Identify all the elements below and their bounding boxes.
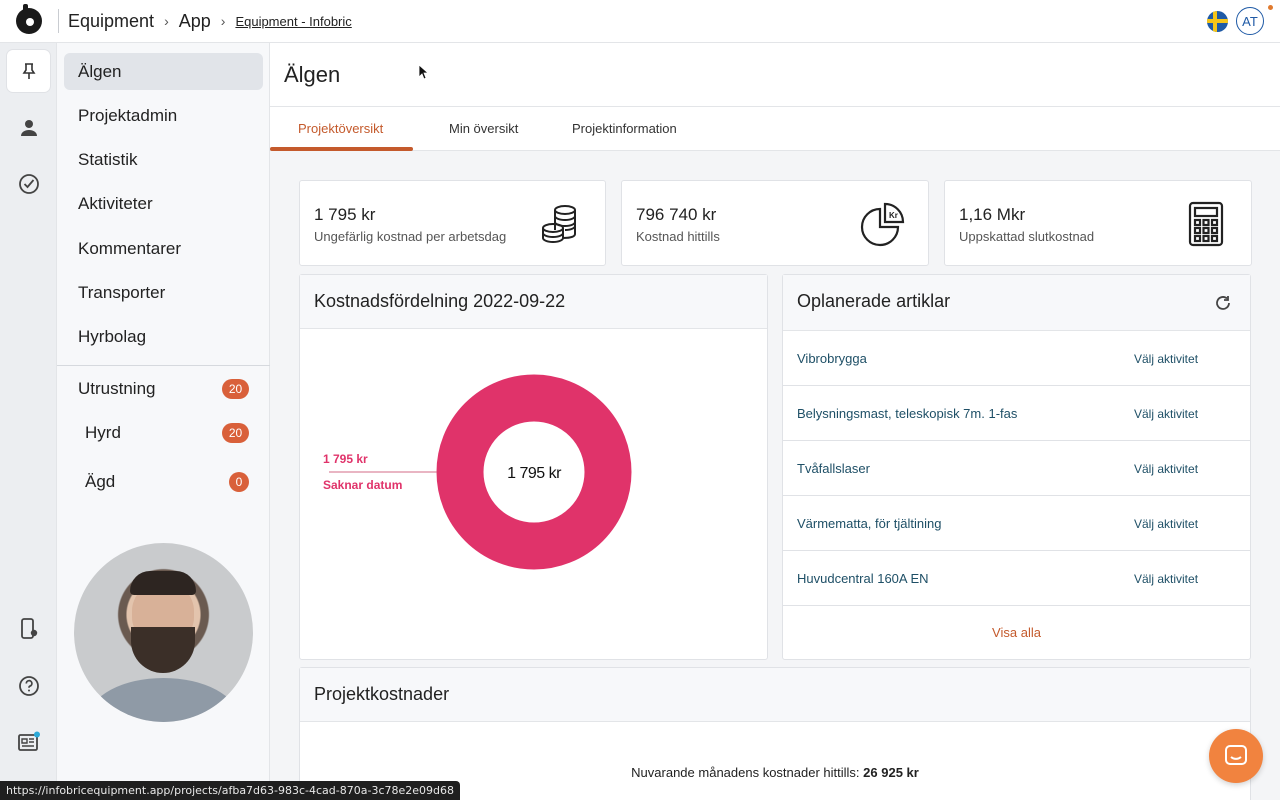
card-header: Kostnadsfördelning 2022-09-22	[300, 275, 767, 329]
sidebar-item-agd[interactable]: Ägd 0	[64, 463, 263, 500]
current-month-costs: Nuvarande månadens kostnader hittills: 2…	[300, 765, 1250, 780]
notification-dot	[1268, 5, 1273, 10]
tab-projektoversikt[interactable]: Projektöversikt	[298, 121, 383, 136]
count-badge: 20	[222, 378, 249, 399]
stat-value: 1,16 Mkr	[959, 205, 1026, 224]
stat-card-cost-per-day: 1 795 kr Ungefärlig kostnad per arbetsda…	[299, 180, 606, 266]
item-name[interactable]: Tvåfallslaser	[797, 461, 870, 476]
current-month-label: Nuvarande månadens kostnader hittills:	[631, 765, 860, 780]
item-name[interactable]: Värmematta, för tjältining	[797, 516, 942, 531]
sidebar-item-utrustning[interactable]: Utrustning 20	[64, 370, 263, 407]
check-circle-icon[interactable]	[7, 163, 50, 205]
help-icon[interactable]	[7, 665, 50, 707]
stat-card-cost-so-far: 796 740 kr Kostnad hittills Kr	[621, 180, 929, 266]
sidebar-item-statistik[interactable]: Statistik	[64, 141, 263, 178]
stat-label: Uppskattad slutkostnad	[959, 229, 1095, 244]
select-activity-link[interactable]: Välj aktivitet	[1134, 517, 1198, 531]
user-icon[interactable]	[7, 107, 50, 149]
stat-card-estimated-final-cost: 1,16 Mkr Uppskattad slutkostnad	[944, 180, 1252, 266]
select-activity-link[interactable]: Välj aktivitet	[1134, 572, 1198, 586]
sidebar-item-algen[interactable]: Älgen	[64, 53, 263, 90]
card-title: Projektkostnader	[314, 684, 450, 704]
chat-launcher-button[interactable]	[1209, 729, 1263, 783]
sweden-flag-icon[interactable]	[1207, 10, 1228, 32]
pin-icon[interactable]	[7, 50, 50, 92]
tab-bar: Projektöversikt Min översikt Projektinfo…	[270, 107, 1280, 151]
calculator-icon	[1188, 201, 1224, 247]
donut-chart: 1 795 kr 1 795 kr Saknar datum	[323, 374, 632, 570]
count-badge: 20	[222, 422, 249, 443]
coins-icon	[542, 205, 576, 244]
card-title: Oplanerade artiklar	[797, 291, 951, 311]
card-header: Projektkostnader	[300, 668, 1250, 722]
infobric-logo[interactable]	[0, 0, 58, 43]
pie-kr-icon: Kr	[860, 202, 905, 247]
card-header: Oplanerade artiklar	[783, 275, 1250, 331]
mouse-cursor-icon	[418, 64, 428, 80]
list-item: Tvåfallslaser Välj aktivitet	[783, 441, 1250, 496]
main-content: Älgen Projektöversikt Min översikt Proje…	[270, 43, 1280, 800]
item-name[interactable]: Belysningsmast, teleskopisk 7m. 1-fas	[797, 406, 1017, 421]
current-month-value: 26 925 kr	[863, 765, 919, 780]
sidebar-item-kommentarer[interactable]: Kommentarer	[64, 230, 263, 267]
list-item: Värmematta, för tjältining Välj aktivite…	[783, 496, 1250, 551]
chat-icon	[1225, 745, 1247, 765]
sidebar-item-aktiviteter[interactable]: Aktiviteter	[64, 185, 263, 222]
cost-distribution-card: Kostnadsfördelning 2022-09-22 1 795 kr 1…	[299, 274, 768, 660]
page-title: Älgen	[284, 62, 341, 87]
sidebar-divider	[57, 365, 270, 366]
card-title: Kostnadsfördelning 2022-09-22	[314, 291, 566, 311]
refresh-icon[interactable]	[1214, 294, 1232, 312]
stat-label: Ungefärlig kostnad per arbetsdag	[314, 229, 507, 244]
chevron-right-icon: ›	[164, 13, 169, 29]
webcam-video-bubble	[74, 543, 253, 722]
sidebar-item-label: Utrustning	[78, 378, 156, 398]
user-avatar[interactable]: AT	[1236, 7, 1264, 35]
tab-projektinformation[interactable]: Projektinformation	[572, 121, 677, 136]
stat-value: 1 795 kr	[314, 205, 376, 224]
select-activity-link[interactable]: Välj aktivitet	[1134, 407, 1198, 421]
svg-text:Kr: Kr	[889, 211, 898, 220]
sidebar-item-label: Hyrd	[85, 422, 121, 442]
callout-label: Saknar datum	[323, 478, 402, 492]
sidebar-item-projektadmin[interactable]: Projektadmin	[64, 97, 263, 134]
icon-rail	[0, 43, 57, 800]
phone-location-icon[interactable]	[7, 608, 50, 650]
sidebar-item-transporter[interactable]: Transporter	[64, 274, 263, 311]
active-tab-indicator	[270, 147, 413, 151]
sidebar-item-hyrbolag[interactable]: Hyrbolag	[64, 318, 263, 355]
count-badge: 0	[229, 471, 249, 492]
chevron-right-icon: ›	[220, 13, 226, 29]
browser-status-url: https://infobricequipment.app/projects/a…	[0, 781, 461, 800]
news-icon[interactable]	[7, 721, 50, 763]
stat-label: Kostnad hittills	[636, 229, 720, 244]
show-all-link[interactable]: Visa alla	[783, 625, 1250, 640]
sidebar-item-label: Ägd	[85, 471, 116, 491]
select-activity-link[interactable]: Välj aktivitet	[1134, 352, 1198, 366]
sidebar: Älgen Projektadmin Statistik Aktiviteter…	[57, 43, 270, 800]
breadcrumb-app[interactable]: App	[179, 11, 211, 32]
header-divider	[58, 9, 59, 33]
unplanned-items-card: Oplanerade artiklar Vibrobrygga Välj akt…	[782, 274, 1251, 660]
stat-value: 796 740 kr	[636, 205, 717, 224]
list-item: Belysningsmast, teleskopisk 7m. 1-fas Vä…	[783, 386, 1250, 441]
donut-center-label: 1 795 kr	[507, 465, 562, 482]
breadcrumb-infobric-link[interactable]: Equipment - Infobric	[235, 14, 351, 29]
item-name[interactable]: Vibrobrygga	[797, 351, 867, 366]
callout-value: 1 795 kr	[323, 452, 368, 466]
sidebar-item-hyrd[interactable]: Hyrd 20	[64, 414, 263, 451]
list-item: Huvudcentral 160A EN Välj aktivitet	[783, 551, 1250, 606]
tab-min-oversikt[interactable]: Min översikt	[449, 121, 518, 136]
top-bar: Equipment › App › Equipment - Infobric A…	[0, 0, 1280, 43]
breadcrumb-equipment[interactable]: Equipment	[68, 11, 154, 32]
list-item: Vibrobrygga Välj aktivitet	[783, 331, 1250, 386]
item-name[interactable]: Huvudcentral 160A EN	[797, 571, 929, 586]
select-activity-link[interactable]: Välj aktivitet	[1134, 462, 1198, 476]
